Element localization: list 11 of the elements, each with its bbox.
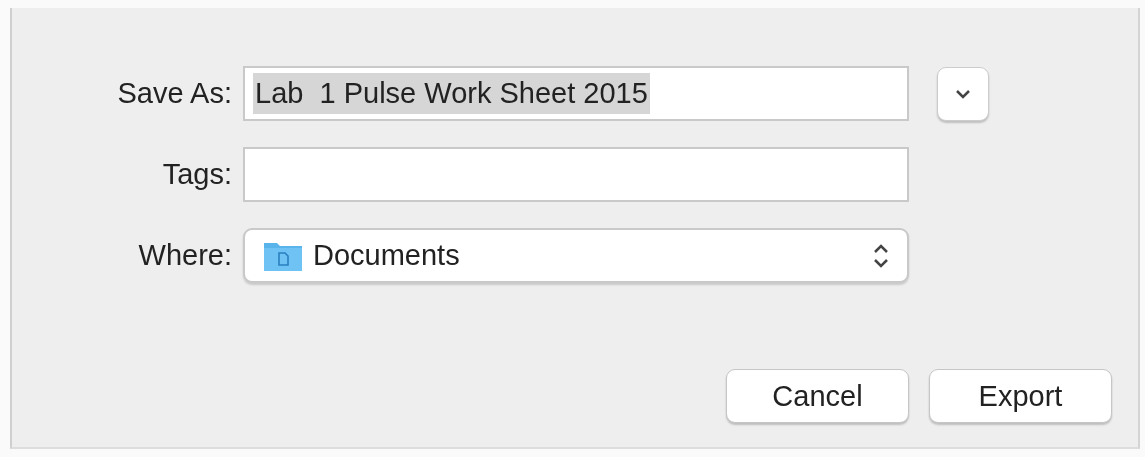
cancel-button[interactable]: Cancel (726, 369, 909, 423)
chevron-down-icon (955, 88, 971, 99)
tags-field[interactable] (243, 147, 909, 202)
export-button[interactable]: Export (929, 369, 1112, 423)
field-label: Where: (137, 239, 233, 272)
expand-button[interactable] (937, 66, 989, 121)
filename-field[interactable]: Lab 1 Pulse Work Sheet 2015 (243, 66, 909, 121)
up-down-arrows-icon (873, 242, 889, 269)
field-label: Save As: (116, 77, 233, 110)
field-label: Tags: (161, 158, 233, 191)
location-popup[interactable]: Documents (243, 228, 909, 283)
